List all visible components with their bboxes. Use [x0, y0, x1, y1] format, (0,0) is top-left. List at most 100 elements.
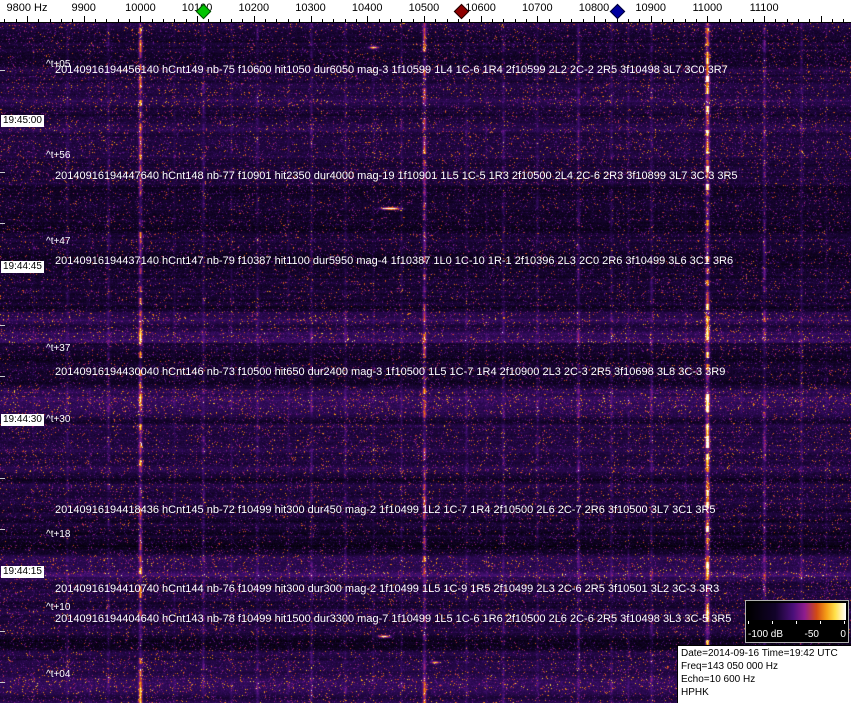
ruler-label-10500: 10500	[408, 2, 440, 14]
ruler-tick	[481, 16, 482, 22]
ruler-tick	[299, 19, 300, 22]
ruler-tick	[265, 19, 266, 22]
ruler-tick	[447, 19, 448, 22]
info-echo-frequency: Echo=10 600 Hz	[681, 674, 756, 685]
ruler-tick	[662, 19, 663, 22]
ruler-tick	[38, 19, 39, 22]
ruler-tick	[798, 19, 799, 22]
ruler-tick	[174, 19, 175, 22]
colorbar-labels: -100 dB -50 0	[748, 629, 846, 641]
ruler-label-10800: 10800	[578, 2, 610, 14]
ruler-label-10900: 10900	[635, 2, 666, 14]
ruler-tick	[4, 19, 5, 22]
ruler-tick	[401, 19, 402, 22]
ruler-tick	[775, 19, 776, 22]
spectrogram-app-window: 9800 Hz 9900 10000 10100 10200 10300 10400 1050…	[0, 0, 851, 703]
ruler-label-9800: 9800 Hz	[6, 2, 48, 14]
info-frequency: Freq=143 050 000 Hz	[681, 661, 779, 672]
ruler-label-11100: 11100	[749, 2, 779, 14]
colorbar-min-label: -100 dB	[748, 629, 784, 640]
ruler-tick	[764, 16, 765, 22]
ruler-tick	[163, 19, 164, 22]
ruler-tick	[515, 19, 516, 22]
ruler-tick	[129, 19, 130, 22]
ruler-tick	[685, 19, 686, 22]
ruler-tick	[719, 19, 720, 22]
colorbar-ticks	[748, 621, 846, 624]
ruler-label-10300: 10300	[295, 2, 326, 14]
ruler-tick	[809, 19, 810, 22]
ruler-tick	[254, 16, 255, 22]
ruler-tick	[61, 19, 62, 22]
ruler-tick	[95, 19, 96, 22]
ruler-tick	[753, 19, 754, 22]
ruler-tick	[741, 19, 742, 22]
ruler-tick	[435, 19, 436, 22]
colorbar-mid-label: -50	[804, 629, 819, 640]
ruler-label-11000: 11000	[692, 2, 723, 14]
ruler-tick	[673, 19, 674, 22]
ruler-tick	[356, 19, 357, 22]
ruler-tick	[140, 16, 141, 22]
ruler-tick	[787, 19, 788, 22]
ruler-label-9900: 9900	[71, 2, 96, 14]
ruler-label-10200: 10200	[238, 2, 270, 14]
ruler-tick	[16, 19, 17, 22]
ruler-tick	[651, 16, 652, 22]
ruler-tick	[118, 19, 119, 22]
waterfall-spectrogram[interactable]	[0, 22, 851, 703]
ruler-tick	[72, 19, 73, 22]
ruler-tick	[424, 16, 425, 22]
ruler-tick	[458, 19, 459, 22]
ruler-tick	[549, 19, 550, 22]
ruler-label-10700: 10700	[522, 2, 553, 14]
ruler-tick	[345, 19, 346, 22]
ruler-tick	[730, 19, 731, 22]
ruler-tick	[242, 19, 243, 22]
ruler-tick	[186, 19, 187, 22]
ruler-tick	[594, 16, 595, 22]
ruler-tick	[333, 19, 334, 22]
colorbar-max-label: 0	[840, 629, 846, 640]
colorbar-panel: -100 dB -50 0	[745, 600, 849, 643]
ruler-tick	[571, 19, 572, 22]
ruler-tick	[537, 16, 538, 22]
ruler-tick	[231, 19, 232, 22]
ruler-tick	[526, 19, 527, 22]
ruler-tick	[379, 19, 380, 22]
info-date-time: Date=2014-09-16 Time=19:42 UTC	[681, 648, 838, 659]
ruler-tick	[197, 16, 198, 22]
ruler-tick	[84, 16, 85, 22]
ruler-tick	[696, 19, 697, 22]
ruler-tick	[605, 19, 606, 22]
ruler-tick	[469, 19, 470, 22]
ruler-tick	[208, 19, 209, 22]
ruler-tick	[311, 16, 312, 22]
colorbar-gradient[interactable]	[748, 603, 846, 620]
ruler-tick	[583, 19, 584, 22]
ruler-tick	[821, 16, 822, 22]
ruler-tick	[843, 19, 844, 22]
ruler-tick	[322, 19, 323, 22]
ruler-tick	[220, 19, 221, 22]
ruler-tick	[288, 19, 289, 22]
ruler-tick	[413, 19, 414, 22]
ruler-label-10400: 10400	[351, 2, 383, 14]
ruler-tick	[27, 16, 28, 22]
frequency-ruler[interactable]: 9800 Hz 9900 10000 10100 10200 10300 10400 1050…	[0, 0, 851, 23]
ruler-tick	[276, 19, 277, 22]
ruler-label-10000: 10000	[125, 2, 156, 14]
ruler-tick	[639, 19, 640, 22]
info-box: Date=2014-09-16 Time=19:42 UTC Freq=143 …	[677, 645, 851, 703]
ruler-tick	[832, 19, 833, 22]
ruler-tick	[152, 19, 153, 22]
ruler-tick	[367, 16, 368, 22]
ruler-tick	[628, 19, 629, 22]
ruler-tick	[560, 19, 561, 22]
ruler-tick	[707, 16, 708, 22]
ruler-tick	[503, 19, 504, 22]
marker-blue-diamond[interactable]	[609, 3, 625, 20]
info-station-callsign: HPHK	[681, 687, 709, 698]
ruler-tick	[492, 19, 493, 22]
ruler-tick	[50, 19, 51, 22]
